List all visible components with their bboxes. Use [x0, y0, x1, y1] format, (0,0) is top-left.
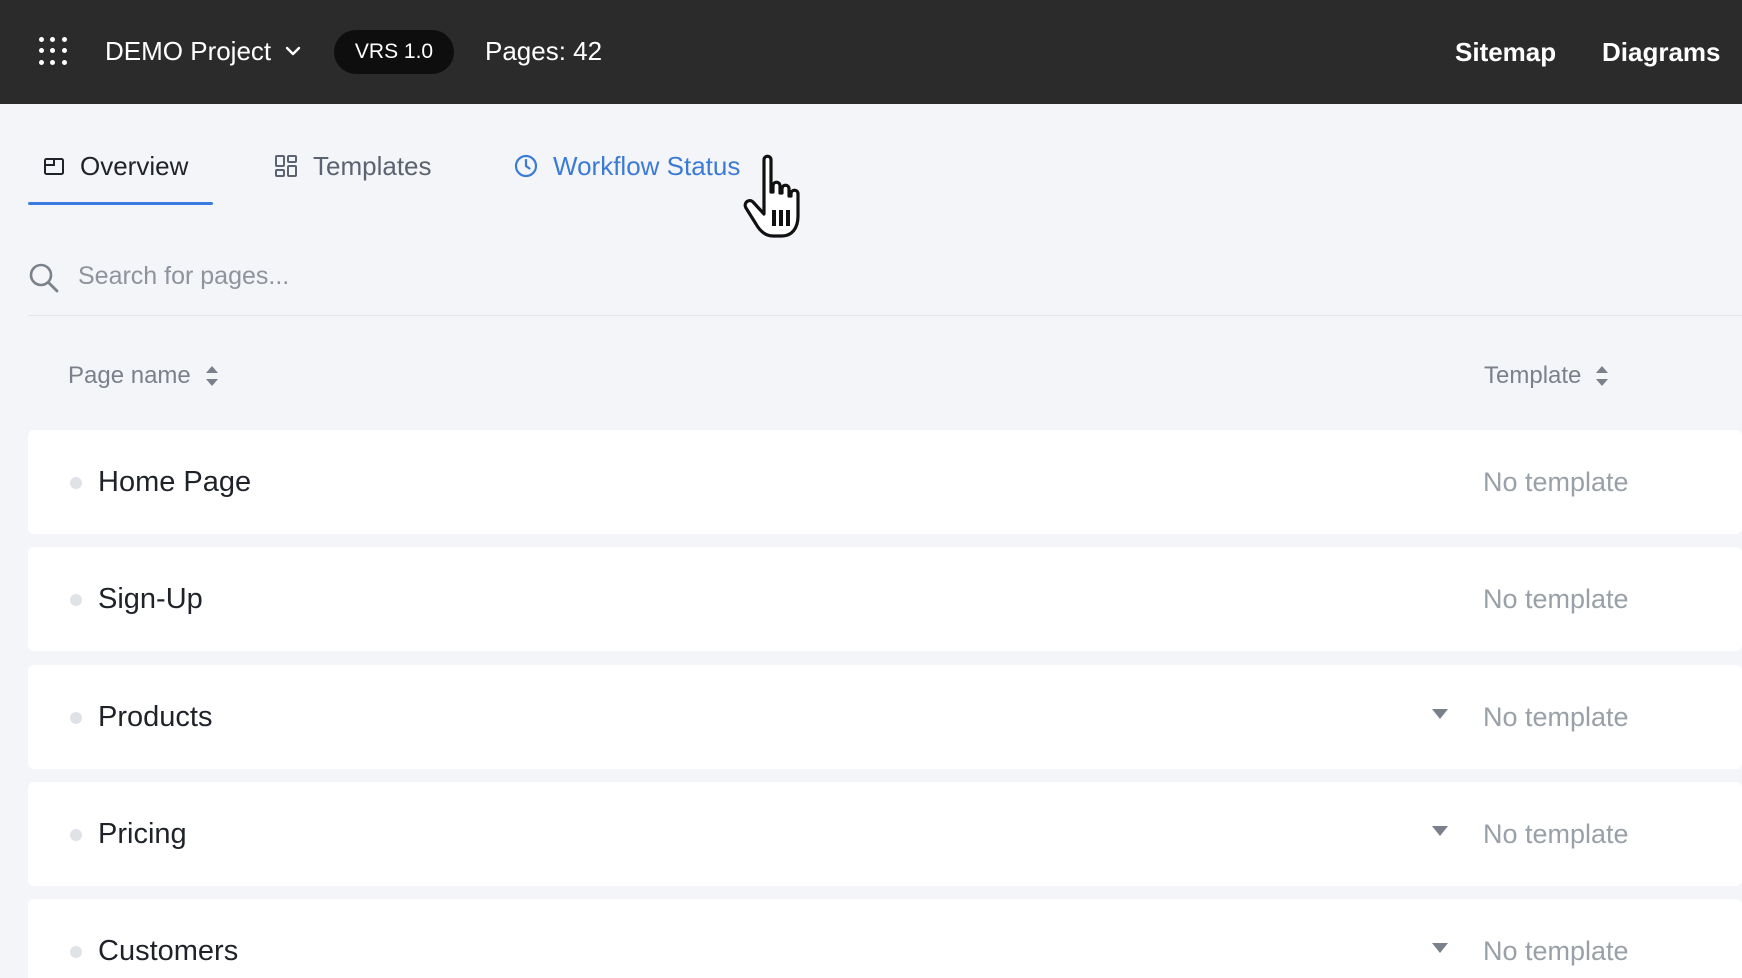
table-row[interactable]: Customers No template: [28, 899, 1742, 978]
chevron-down-icon: [285, 46, 301, 56]
status-dot: [70, 829, 82, 841]
tab-overview[interactable]: Overview: [42, 144, 188, 188]
tab-bar: Overview Templates Workflow Status: [28, 104, 1742, 208]
pages-count: Pages: 42: [485, 35, 603, 66]
diagrams-link[interactable]: Diagrams: [1602, 30, 1721, 74]
tab-workflow-status[interactable]: Workflow Status: [513, 144, 740, 188]
tab-templates-label: Templates: [313, 150, 432, 181]
page-template: No template: [1483, 819, 1629, 849]
page-template: No template: [1483, 467, 1629, 497]
status-dot: [70, 712, 82, 724]
page-name: Home Page: [98, 466, 252, 498]
table-row[interactable]: Pricing No template: [28, 782, 1742, 886]
page-template: No template: [1483, 584, 1629, 614]
search-input[interactable]: [78, 258, 978, 294]
overview-icon: [44, 158, 64, 175]
column-header-template-label: Template: [1484, 362, 1582, 389]
tab-overview-label: Overview: [80, 150, 189, 181]
page-template: No template: [1483, 936, 1629, 966]
status-dot: [70, 594, 82, 606]
page-name: Products: [98, 701, 213, 733]
caret-down-icon[interactable]: [1430, 824, 1450, 838]
sort-icon: [1596, 366, 1609, 386]
table-row[interactable]: Products No template: [28, 665, 1742, 769]
table-row[interactable]: Sign-Up No template: [28, 547, 1742, 651]
version-badge: VRS 1.0: [334, 30, 454, 74]
clock-icon: [514, 154, 538, 178]
project-name: DEMO Project: [105, 35, 272, 66]
active-tab-indicator: [28, 202, 213, 205]
caret-down-icon[interactable]: [1430, 941, 1450, 955]
tab-templates[interactable]: Templates: [273, 144, 432, 188]
table-header: Page name Template: [28, 352, 1742, 400]
column-header-page-name[interactable]: Page name: [68, 356, 219, 396]
page-template: No template: [1483, 702, 1629, 732]
templates-icon: [275, 155, 297, 177]
column-header-page-name-label: Page name: [68, 362, 191, 389]
search-icon: [29, 263, 59, 293]
status-dot: [70, 477, 82, 489]
sort-icon: [205, 366, 218, 386]
column-header-template[interactable]: Template: [1484, 356, 1609, 396]
tab-workflow-status-label: Workflow Status: [553, 150, 741, 181]
project-selector[interactable]: DEMO Project: [105, 30, 301, 72]
page-name: Customers: [98, 935, 239, 967]
top-bar: DEMO Project VRS 1.0 Pages: 42 Sitemap D…: [0, 0, 1742, 104]
grid-dots-icon[interactable]: [36, 34, 70, 68]
page-name: Pricing: [98, 818, 187, 850]
search-bar: [28, 248, 1742, 316]
sitemap-link[interactable]: Sitemap: [1455, 30, 1556, 74]
version-label: VRS 1.0: [354, 40, 434, 63]
page-name: Sign-Up: [98, 583, 203, 615]
status-dot: [70, 946, 82, 958]
caret-down-icon[interactable]: [1430, 707, 1450, 721]
table-row[interactable]: Home Page No template: [28, 430, 1742, 534]
